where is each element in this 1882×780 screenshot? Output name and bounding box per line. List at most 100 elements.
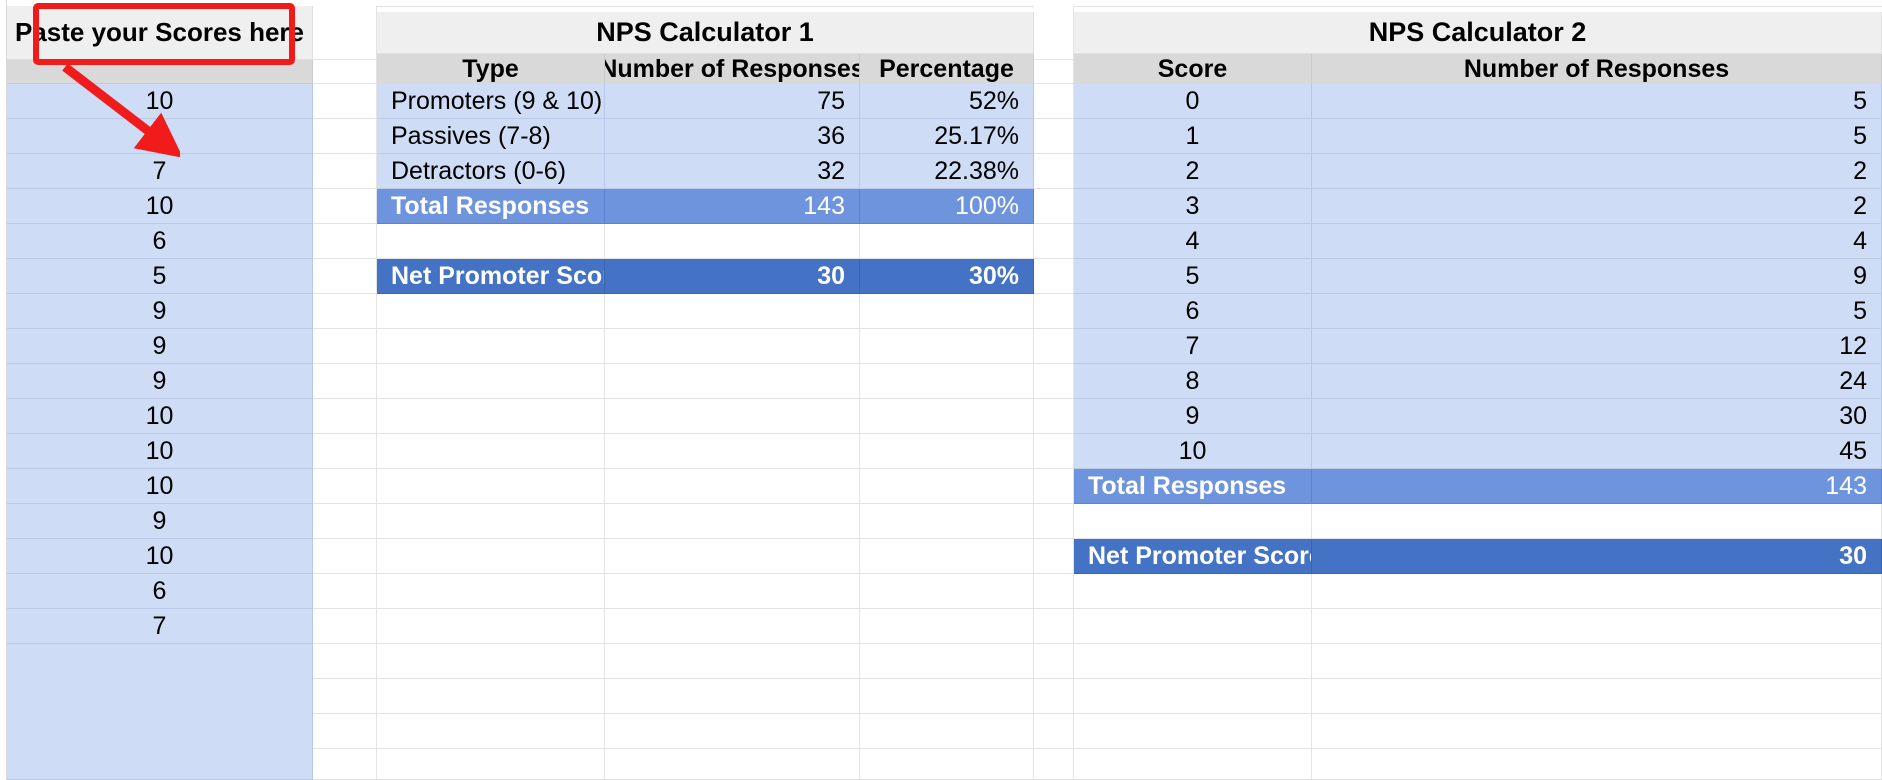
calculator2-responses-cell[interactable]: 4 xyxy=(1312,224,1882,259)
spacer-cell-a[interactable] xyxy=(313,154,377,189)
calculator2-score-cell[interactable]: 8 xyxy=(1074,364,1312,399)
spacer-cell-b[interactable] xyxy=(1034,539,1074,574)
spreadsheet-grid[interactable]: Paste your Scores here 10 9 7 10 6 5 9 9 9 10 10 10… xyxy=(0,0,1882,780)
calculator1-empty-cell[interactable] xyxy=(605,679,860,714)
spacer-cell-a[interactable] xyxy=(313,609,377,644)
calculator1-col-type[interactable]: Type xyxy=(377,54,605,85)
calculator2-responses-cell[interactable]: 12 xyxy=(1312,329,1882,364)
score-cell[interactable]: 6 xyxy=(7,574,313,609)
score-cell[interactable]: 10 xyxy=(7,84,313,119)
spacer-cell-a[interactable] xyxy=(313,60,377,84)
calculator1-empty-cell[interactable] xyxy=(860,434,1034,469)
calculator1-empty-cell[interactable] xyxy=(860,574,1034,609)
spacer-cell-a[interactable] xyxy=(313,504,377,539)
calculator1-type-cell[interactable]: Passives (7-8) xyxy=(377,119,605,154)
spacer-cell-a[interactable] xyxy=(313,329,377,364)
spacer-cell-b[interactable] xyxy=(1034,189,1074,224)
score-cell[interactable] xyxy=(7,644,313,780)
calculator2-responses-cell[interactable]: 2 xyxy=(1312,154,1882,189)
calculator1-empty-cell[interactable] xyxy=(377,469,605,504)
calculator2-empty-cell[interactable] xyxy=(1312,609,1882,644)
calculator1-percentage-cell[interactable]: 22.38% xyxy=(860,154,1034,189)
calculator2-score-cell[interactable]: 0 xyxy=(1074,84,1312,119)
calculator1-empty-cell[interactable] xyxy=(605,609,860,644)
spacer-cell-a[interactable] xyxy=(313,84,377,119)
score-cell[interactable]: 7 xyxy=(7,154,313,189)
calculator1-empty-cell[interactable] xyxy=(860,609,1034,644)
calculator1-total-percentage[interactable]: 100% xyxy=(860,189,1034,224)
calculator1-empty-cell[interactable] xyxy=(860,714,1034,749)
calculator2-col-score[interactable]: Score xyxy=(1074,54,1312,85)
spacer-cell-b[interactable] xyxy=(1034,329,1074,364)
calculator1-empty-cell[interactable] xyxy=(377,574,605,609)
spacer-cell-a[interactable] xyxy=(313,749,377,780)
calculator1-empty-cell[interactable] xyxy=(860,294,1034,329)
calculator1-blank-cell[interactable] xyxy=(605,224,860,259)
calculator2-empty-cell[interactable] xyxy=(1074,574,1312,609)
calculator1-empty-cell[interactable] xyxy=(377,714,605,749)
scores-column-header-cell[interactable] xyxy=(7,60,313,84)
calculator1-empty-cell[interactable] xyxy=(605,364,860,399)
spacer-cell-a[interactable] xyxy=(313,364,377,399)
calculator1-empty-cell[interactable] xyxy=(860,469,1034,504)
calculator1-empty-cell[interactable] xyxy=(605,574,860,609)
spacer-cell-b[interactable] xyxy=(1034,6,1074,60)
calculator2-total-label[interactable]: Total Responses xyxy=(1074,469,1312,504)
spacer-cell-a[interactable] xyxy=(313,434,377,469)
calculator2-score-cell[interactable]: 10 xyxy=(1074,434,1312,469)
spacer-cell-a[interactable] xyxy=(313,259,377,294)
calculator2-col-responses[interactable]: Number of Responses xyxy=(1312,54,1882,85)
calculator1-responses-cell[interactable]: 75 xyxy=(605,84,860,119)
spacer-cell-b[interactable] xyxy=(1034,364,1074,399)
calculator1-nps-value[interactable]: 30 xyxy=(605,259,860,294)
calculator2-responses-cell[interactable]: 5 xyxy=(1312,294,1882,329)
calculator2-responses-cell[interactable]: 45 xyxy=(1312,434,1882,469)
calculator2-responses-cell[interactable]: 5 xyxy=(1312,84,1882,119)
calculator2-empty-cell[interactable] xyxy=(1312,714,1882,749)
calculator2-empty-cell[interactable] xyxy=(1074,644,1312,679)
spacer-cell-a[interactable] xyxy=(313,539,377,574)
calculator2-empty-cell[interactable] xyxy=(1074,609,1312,644)
calculator1-empty-cell[interactable] xyxy=(605,434,860,469)
calculator2-blank-cell[interactable] xyxy=(1074,504,1312,539)
calculator1-empty-cell[interactable] xyxy=(377,504,605,539)
calculator1-responses-cell[interactable]: 36 xyxy=(605,119,860,154)
calculator1-empty-cell[interactable] xyxy=(377,434,605,469)
calculator1-empty-cell[interactable] xyxy=(860,749,1034,780)
calculator1-empty-cell[interactable] xyxy=(605,539,860,574)
calculator2-total-responses[interactable]: 143 xyxy=(1312,469,1882,504)
calculator1-blank-cell[interactable] xyxy=(860,224,1034,259)
spacer-cell-b[interactable] xyxy=(1034,60,1074,84)
calculator1-blank-cell[interactable] xyxy=(377,224,605,259)
calculator2-score-cell[interactable]: 2 xyxy=(1074,154,1312,189)
calculator1-total-label[interactable]: Total Responses xyxy=(377,189,605,224)
score-cell[interactable]: 9 xyxy=(7,119,313,154)
calculator2-score-cell[interactable]: 5 xyxy=(1074,259,1312,294)
row-header-gutter[interactable] xyxy=(0,0,7,780)
calculator1-empty-cell[interactable] xyxy=(377,679,605,714)
calculator1-empty-cell[interactable] xyxy=(377,539,605,574)
spacer-cell-b[interactable] xyxy=(1034,259,1074,294)
calculator1-type-cell[interactable]: Promoters (9 & 10) xyxy=(377,84,605,119)
calculator2-score-cell[interactable]: 9 xyxy=(1074,399,1312,434)
spacer-cell-a[interactable] xyxy=(313,294,377,329)
spacer-cell-a[interactable] xyxy=(313,6,377,60)
calculator1-nps-label[interactable]: Net Promoter Score xyxy=(377,259,605,294)
calculator1-type-cell[interactable]: Detractors (0-6) xyxy=(377,154,605,189)
calculator2-nps-value[interactable]: 30 xyxy=(1312,539,1882,574)
calculator1-empty-cell[interactable] xyxy=(605,504,860,539)
score-cell[interactable]: 9 xyxy=(7,329,313,364)
calculator2-empty-cell[interactable] xyxy=(1312,749,1882,780)
spacer-cell-b[interactable] xyxy=(1034,469,1074,504)
calculator1-empty-cell[interactable] xyxy=(605,294,860,329)
spacer-cell-a[interactable] xyxy=(313,679,377,714)
calculator1-empty-cell[interactable] xyxy=(605,469,860,504)
calculator1-empty-cell[interactable] xyxy=(605,644,860,679)
spacer-cell-b[interactable] xyxy=(1034,399,1074,434)
calculator1-responses-cell[interactable]: 32 xyxy=(605,154,860,189)
spacer-cell-b[interactable] xyxy=(1034,119,1074,154)
calculator1-empty-cell[interactable] xyxy=(605,399,860,434)
score-cell[interactable]: 9 xyxy=(7,364,313,399)
spacer-cell-a[interactable] xyxy=(313,119,377,154)
score-cell[interactable]: 10 xyxy=(7,539,313,574)
